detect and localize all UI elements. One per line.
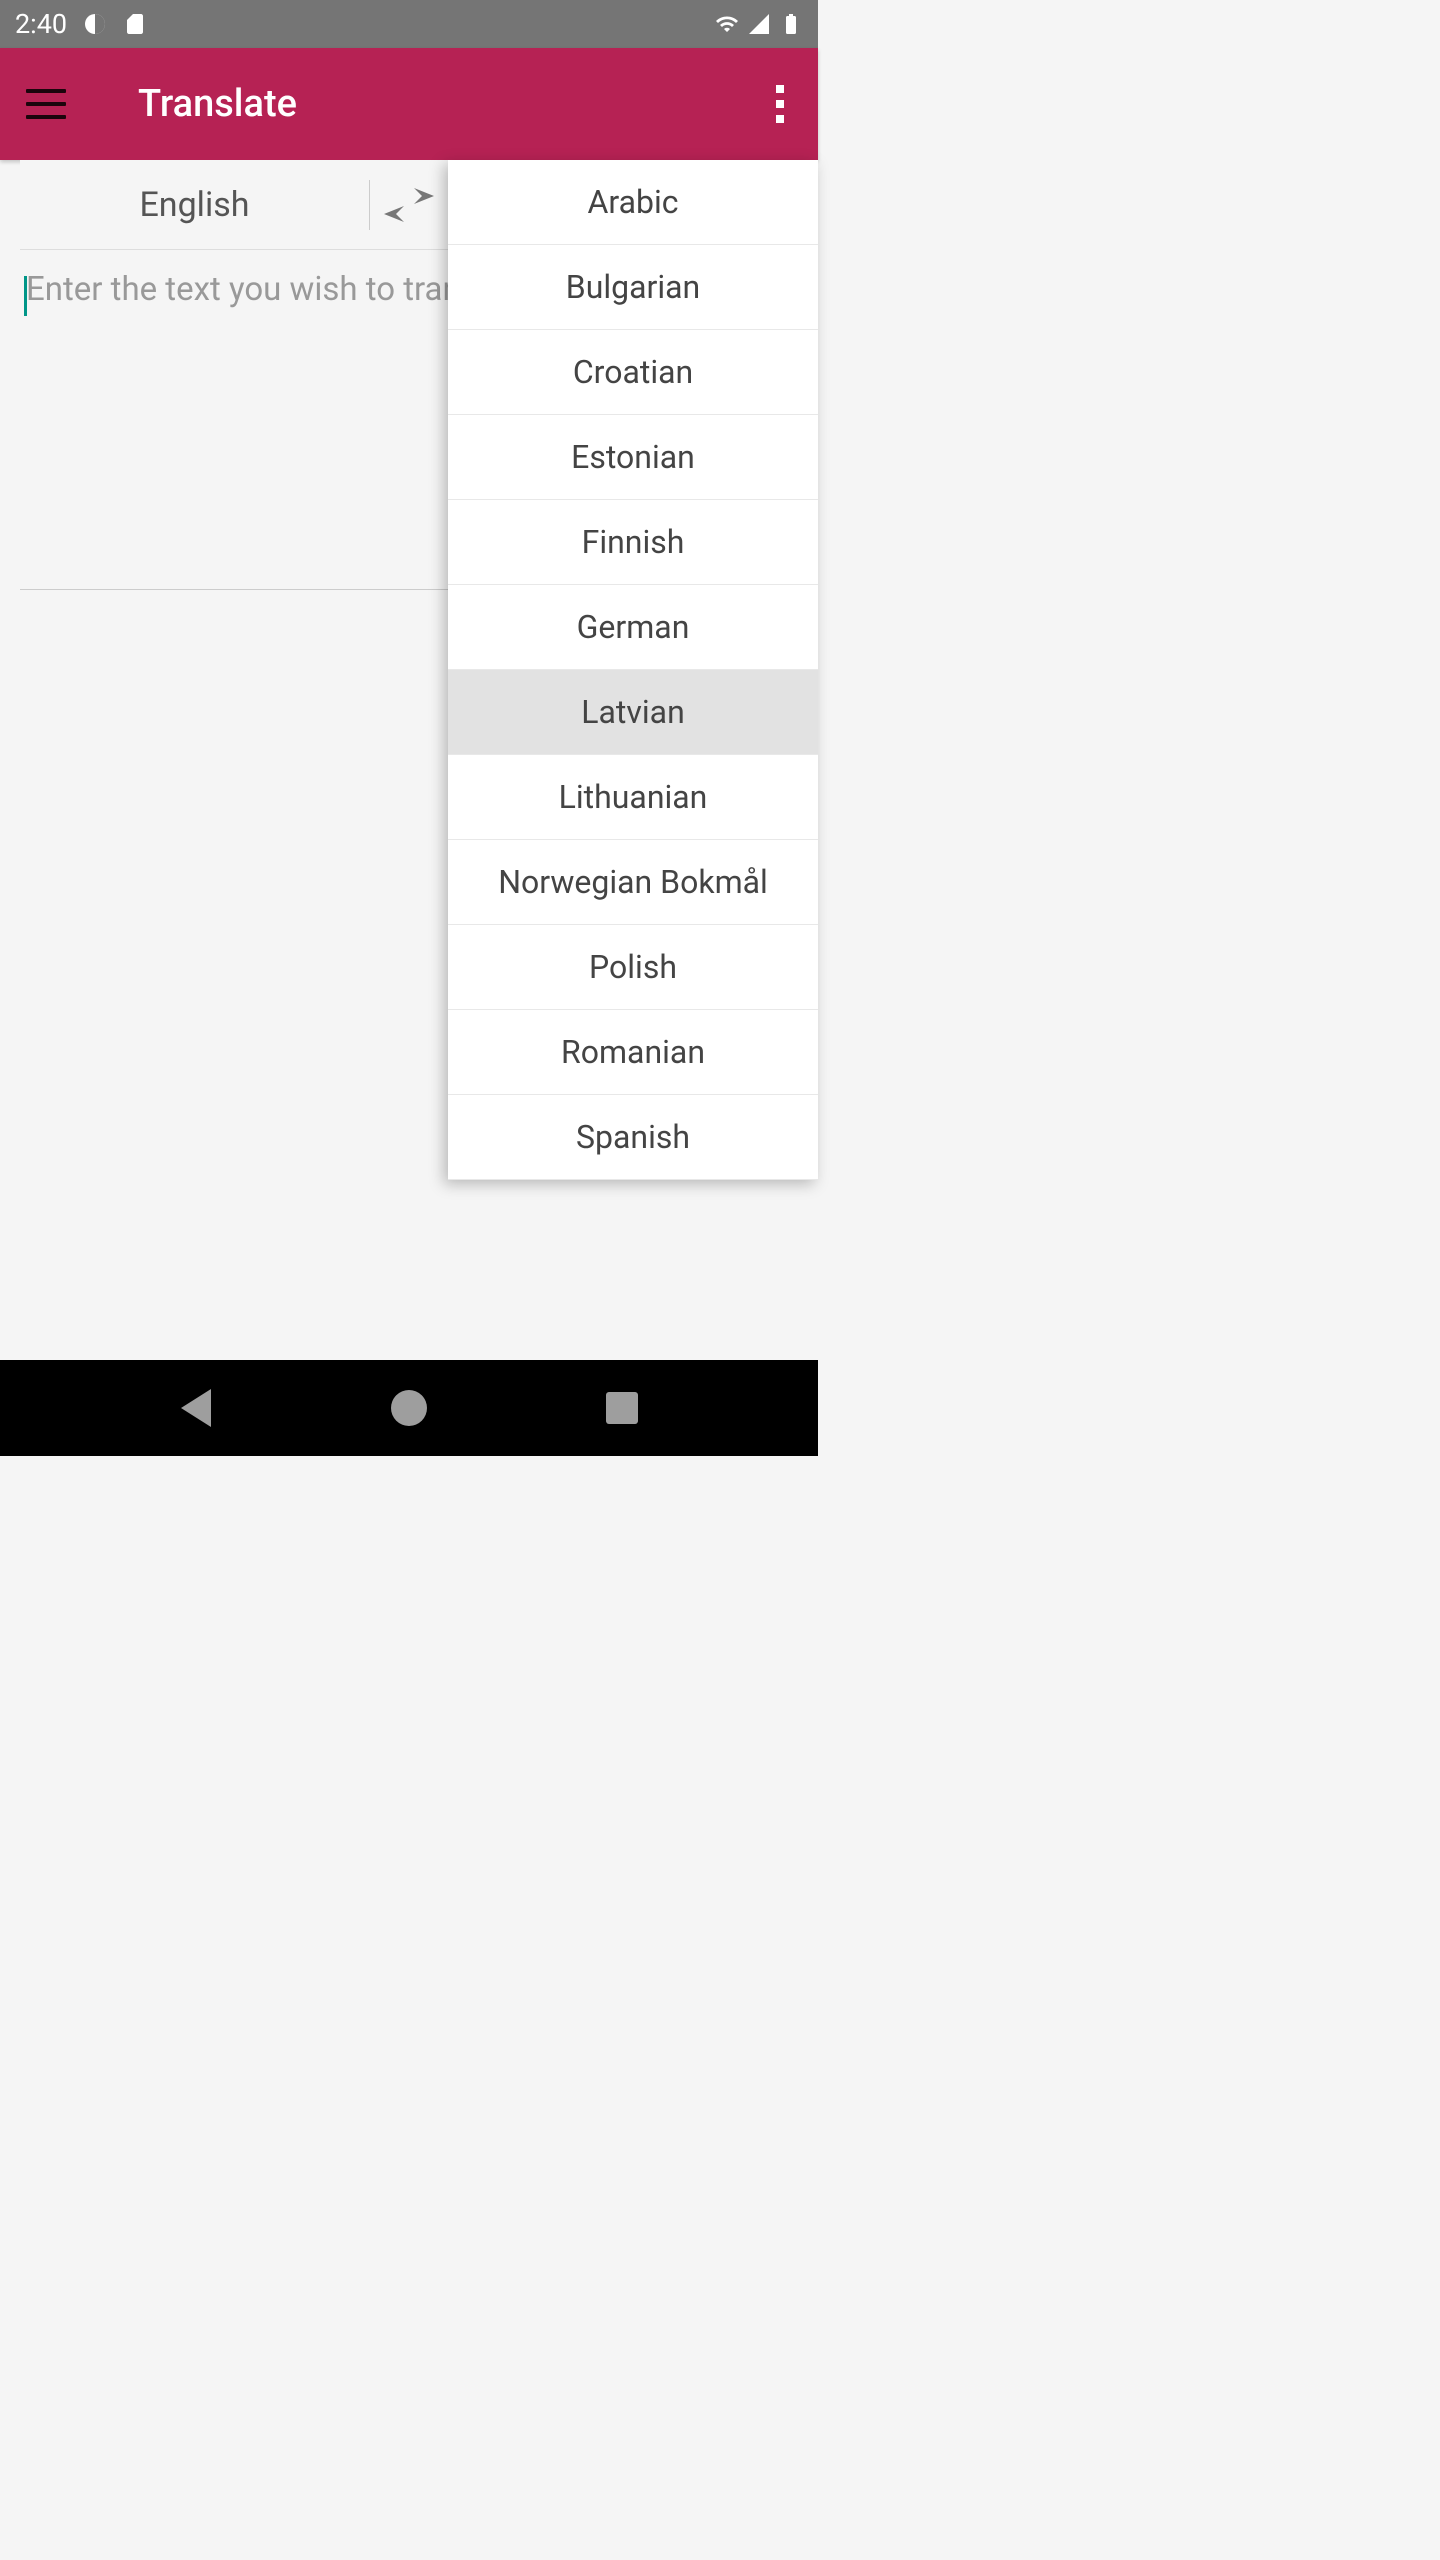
home-circle-icon [391, 1390, 427, 1426]
dropdown-item-polish[interactable]: Polish [448, 925, 818, 1010]
status-left: 2:40 [15, 8, 147, 40]
back-triangle-icon [181, 1389, 211, 1427]
more-options-icon[interactable] [768, 77, 792, 131]
contrast-icon [83, 12, 107, 36]
dropdown-item-romanian[interactable]: Romanian [448, 1010, 818, 1095]
dropdown-item-spanish[interactable]: Spanish [448, 1095, 818, 1180]
text-cursor [24, 276, 27, 316]
navigation-bar [0, 1360, 818, 1456]
home-button[interactable] [387, 1386, 431, 1430]
recent-apps-button[interactable] [600, 1386, 644, 1430]
target-language-dropdown: ArabicBulgarianCroatianEstonianFinnishGe… [448, 160, 818, 1180]
dropdown-item-norwegian-bokmål[interactable]: Norwegian Bokmål [448, 840, 818, 925]
sd-card-icon [123, 12, 147, 36]
wifi-icon [715, 12, 739, 36]
battery-icon [779, 12, 803, 36]
dropdown-item-latvian[interactable]: Latvian [448, 670, 818, 755]
status-time: 2:40 [15, 8, 67, 40]
status-bar: 2:40 [0, 0, 818, 48]
page-title: Translate [138, 82, 768, 126]
swap-languages-button[interactable] [369, 180, 449, 230]
status-right [715, 12, 803, 36]
recent-square-icon [606, 1392, 638, 1424]
swap-icon [384, 188, 434, 222]
dropdown-item-estonian[interactable]: Estonian [448, 415, 818, 500]
dropdown-item-lithuanian[interactable]: Lithuanian [448, 755, 818, 840]
dropdown-item-finnish[interactable]: Finnish [448, 500, 818, 585]
menu-icon[interactable] [26, 89, 66, 119]
dropdown-item-german[interactable]: German [448, 585, 818, 670]
dropdown-item-croatian[interactable]: Croatian [448, 330, 818, 415]
app-bar: Translate [0, 48, 818, 160]
source-language-button[interactable]: English [20, 185, 369, 225]
signal-icon [747, 12, 771, 36]
dropdown-item-bulgarian[interactable]: Bulgarian [448, 245, 818, 330]
back-button[interactable] [174, 1386, 218, 1430]
dropdown-item-arabic[interactable]: Arabic [448, 160, 818, 245]
